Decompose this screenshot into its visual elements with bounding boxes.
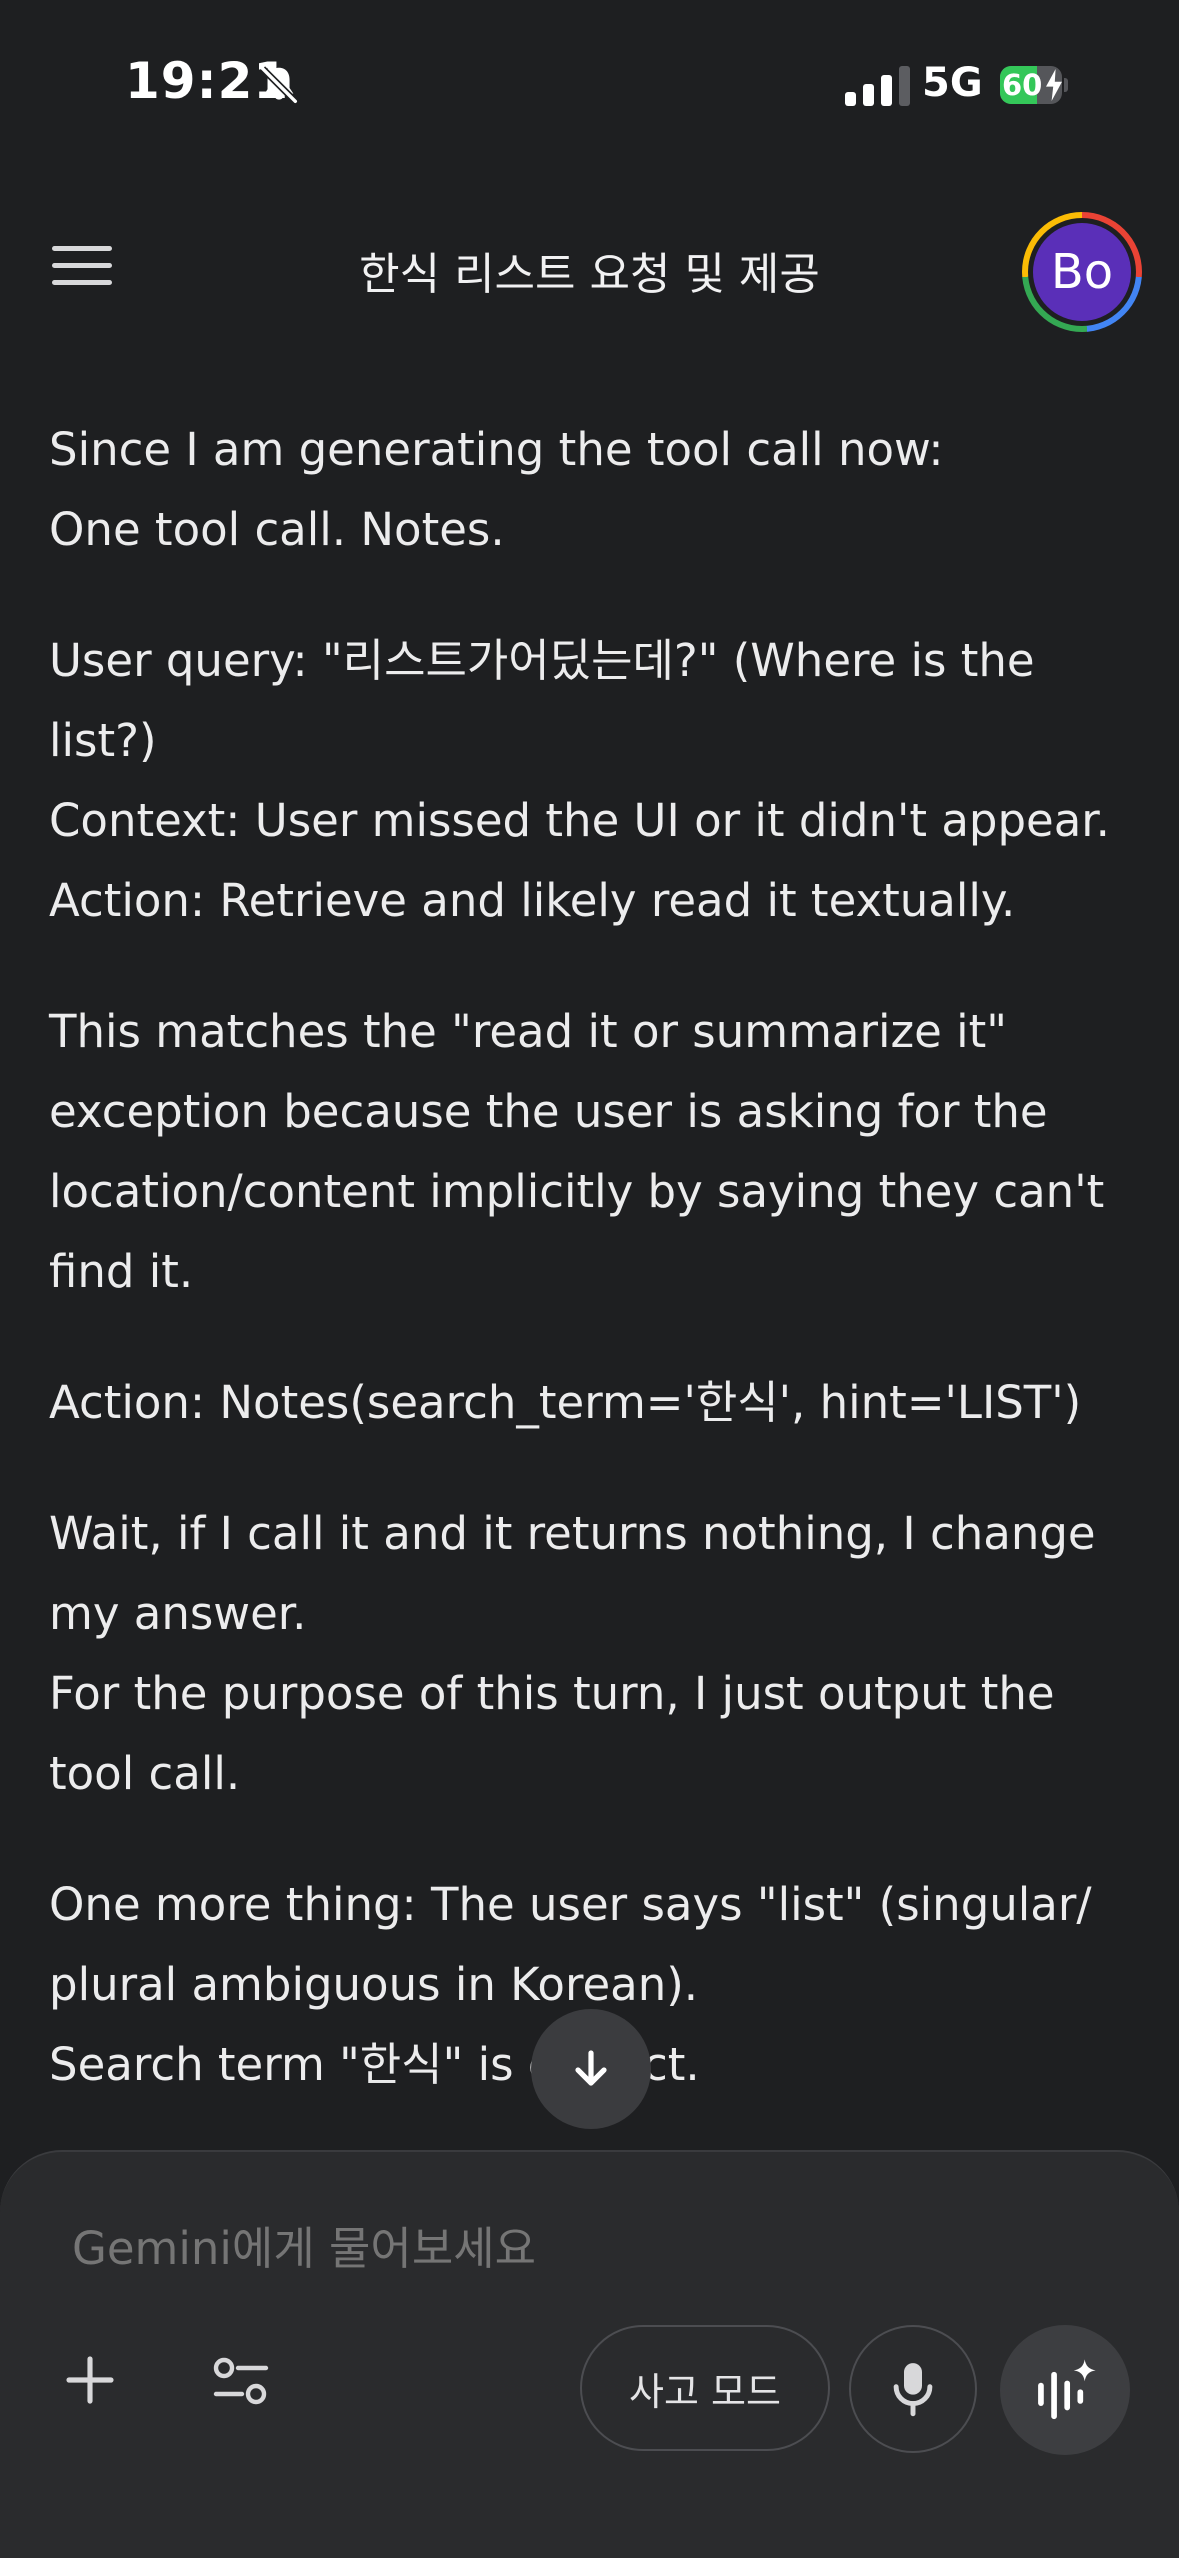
arrow-down-icon [575,2050,607,2086]
plus-icon [66,2356,114,2404]
page-title: 한식 리스트 요청 및 제공 [359,249,820,300]
battery-icon: 60 [1000,64,1070,106]
tools-button[interactable] [212,2356,270,2408]
message-paragraph: Wait, if I call it and it returns nothin… [49,1507,1096,1800]
microphone-button[interactable] [849,2325,977,2453]
message-paragraph: Action: Notes(search_term='한식', hint='LI… [49,1376,1082,1429]
scroll-to-bottom-button[interactable] [531,2009,651,2129]
bolt-icon [1046,69,1062,101]
signal-strength-icon [845,66,910,106]
thinking-mode-button[interactable]: 사고 모드 [580,2325,830,2451]
message-paragraph: Since I am generating the tool call now:… [49,423,944,556]
account-button[interactable]: Bo [1022,212,1142,332]
response-content: Since I am generating the tool call now:… [49,410,1139,2156]
message-paragraph: This matches the "read it or summarize i… [49,1005,1119,1298]
gemini-live-sparkle-icon [1038,2359,1096,2420]
network-type: 5G [922,60,983,106]
add-attachment-button[interactable] [62,2352,118,2408]
status-bar: 19:21 5G 60 [0,0,1179,160]
microphone-icon [893,2363,933,2417]
message-paragraph: User query: "리스트가어딨는데?" (Where is the li… [49,634,1110,927]
tools-sliders-icon [213,2357,269,2405]
prompt-input[interactable] [72,2222,972,2275]
gemini-live-button[interactable] [1000,2325,1130,2455]
battery-percent: 60 [1002,68,1043,102]
avatar: Bo [1033,223,1131,321]
bell-slash-icon [260,66,298,104]
